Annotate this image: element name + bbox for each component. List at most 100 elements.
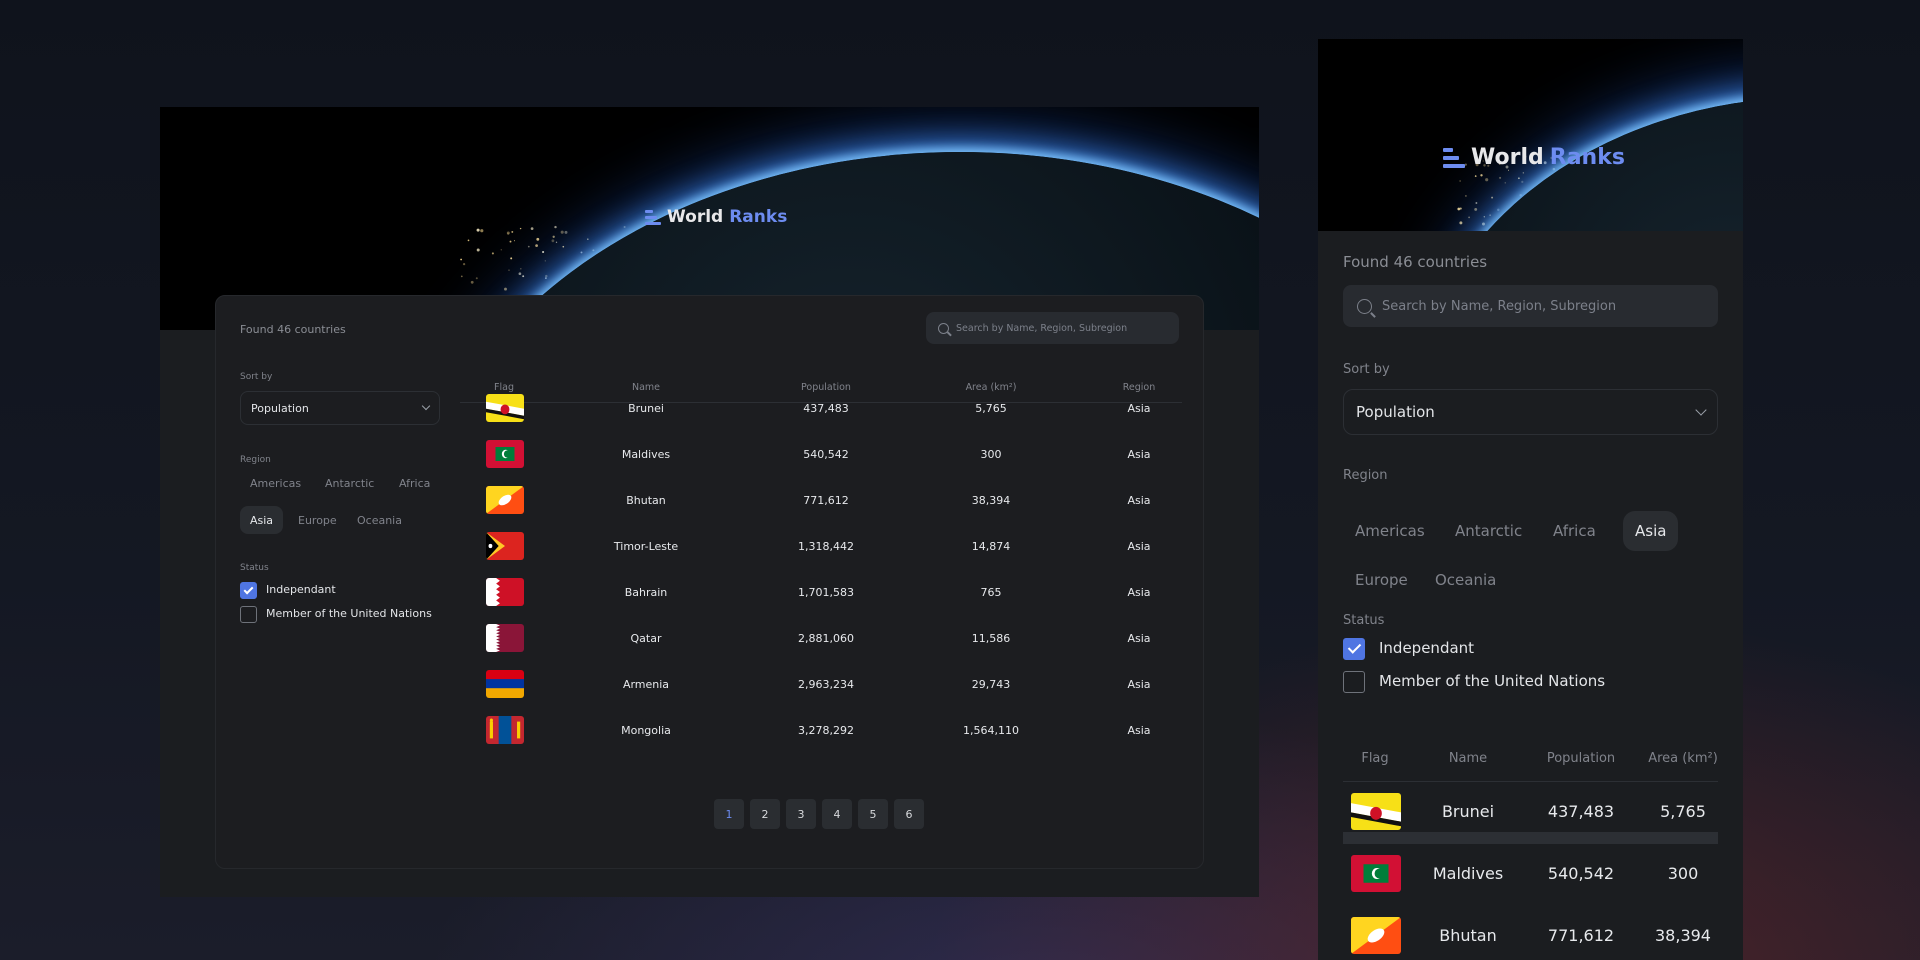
region-chip-asia[interactable]: Asia xyxy=(240,506,284,534)
maldives-flag xyxy=(486,440,524,468)
country-population: 771,612 xyxy=(1547,926,1615,945)
check-icon xyxy=(243,584,254,594)
country-area: 300 xyxy=(980,448,1002,461)
hero-banner-mobile: World Ranks xyxy=(1318,39,1743,231)
un-member-checkbox[interactable] xyxy=(240,606,257,623)
status-label: Status xyxy=(1343,613,1385,628)
sort-label: Sort by xyxy=(240,372,273,382)
region-chip-antarctic[interactable]: Antarctic xyxy=(315,469,384,497)
logo-bars-icon xyxy=(645,208,661,226)
col-area: Area (km²) xyxy=(1648,751,1718,766)
country-name: Mongolia xyxy=(621,724,671,737)
col-region: Region xyxy=(1122,382,1156,393)
row-separator xyxy=(1343,832,1718,844)
country-region: Asia xyxy=(1127,540,1151,553)
region-chip-africa[interactable]: Africa xyxy=(1541,511,1608,551)
search-icon xyxy=(938,322,949,334)
sort-select[interactable]: Population xyxy=(1343,389,1718,435)
page-button-1[interactable]: 1 xyxy=(714,799,744,829)
country-area: 765 xyxy=(980,586,1002,599)
page-button-6[interactable]: 6 xyxy=(894,799,924,829)
region-chip-oceania[interactable]: Oceania xyxy=(347,506,412,534)
check-icon xyxy=(1347,640,1361,654)
region-chip-asia[interactable]: Asia xyxy=(1623,511,1679,551)
col-population: Population xyxy=(1546,751,1616,766)
country-population: 3,278,292 xyxy=(798,724,854,737)
sort-value: Population xyxy=(251,401,309,415)
country-region: Asia xyxy=(1127,402,1151,415)
country-name: Timor-Leste xyxy=(613,540,679,553)
maldives-flag xyxy=(1351,855,1401,892)
logo-word-ranks: Ranks xyxy=(729,207,788,227)
sort-label: Sort by xyxy=(1343,362,1390,377)
country-population: 2,881,060 xyxy=(798,632,854,645)
page-button-3[interactable]: 3 xyxy=(786,799,816,829)
search-placeholder: Search by Name, Region, Subregion xyxy=(956,322,1128,334)
independent-label: Independant xyxy=(266,583,336,596)
chevron-down-icon xyxy=(1695,403,1707,416)
search-input[interactable]: Search by Name, Region, Subregion xyxy=(1343,285,1718,327)
region-label: Region xyxy=(240,455,271,465)
country-name: Brunei xyxy=(628,402,664,415)
country-area: 29,743 xyxy=(971,678,1011,691)
country-population: 771,612 xyxy=(803,494,849,507)
region-label: Region xyxy=(1343,468,1388,483)
timor-leste-flag xyxy=(486,532,524,560)
country-name: Qatar xyxy=(630,632,662,645)
country-name: Brunei xyxy=(1441,802,1495,821)
region-chip-africa[interactable]: Africa xyxy=(389,469,440,497)
found-count: Found 46 countries xyxy=(1343,253,1488,271)
sort-select[interactable]: Population xyxy=(240,391,440,425)
country-name: Bhutan xyxy=(626,494,666,507)
country-area: 1,564,110 xyxy=(963,724,1019,737)
col-flag: Flag xyxy=(494,382,514,393)
country-area: 38,394 xyxy=(971,494,1011,507)
country-area: 14,874 xyxy=(971,540,1011,553)
armenia-flag xyxy=(486,670,524,698)
page-button-5[interactable]: 5 xyxy=(858,799,888,829)
country-name: Maldives xyxy=(621,448,671,461)
region-chip-oceania[interactable]: Oceania xyxy=(1423,560,1508,600)
page-button-2[interactable]: 2 xyxy=(750,799,780,829)
un-member-checkbox[interactable] xyxy=(1343,671,1365,693)
country-population: 540,542 xyxy=(1547,864,1615,883)
country-population: 437,483 xyxy=(1547,802,1615,821)
col-name: Name xyxy=(631,382,661,393)
region-chip-antarctic[interactable]: Antarctic xyxy=(1443,511,1534,551)
country-area: 11,586 xyxy=(971,632,1011,645)
desktop-preview: World Ranks Found 46 countries Search by… xyxy=(160,107,1259,897)
region-chip-americas[interactable]: Americas xyxy=(1343,511,1437,551)
country-name: Bahrain xyxy=(624,586,668,599)
country-region: Asia xyxy=(1127,586,1151,599)
brunei-flag xyxy=(1351,793,1401,830)
region-chip-europe[interactable]: Europe xyxy=(1343,560,1420,600)
results-card: Found 46 countries Search by Name, Regio… xyxy=(215,295,1204,869)
independent-checkbox[interactable] xyxy=(1343,638,1365,660)
search-input[interactable]: Search by Name, Region, Subregion xyxy=(926,312,1179,344)
found-count: Found 46 countries xyxy=(240,323,346,336)
independent-checkbox[interactable] xyxy=(240,582,257,599)
logo-word-ranks: Ranks xyxy=(1549,145,1625,170)
country-population: 540,542 xyxy=(803,448,849,461)
country-region: Asia xyxy=(1127,494,1151,507)
region-chip-europe[interactable]: Europe xyxy=(288,506,347,534)
country-population: 2,963,234 xyxy=(798,678,854,691)
logo-word-world: World xyxy=(667,207,724,227)
un-member-label: Member of the United Nations xyxy=(1379,672,1606,690)
logo: World Ranks xyxy=(1443,145,1625,170)
mongolia-flag xyxy=(486,716,524,744)
country-region: Asia xyxy=(1127,724,1151,737)
qatar-flag xyxy=(486,624,524,652)
country-name: Bhutan xyxy=(1439,926,1497,945)
col-name: Name xyxy=(1448,751,1488,766)
logo: World Ranks xyxy=(645,207,787,227)
region-chip-americas[interactable]: Americas xyxy=(240,469,311,497)
country-population: 437,483 xyxy=(803,402,849,415)
country-name: Armenia xyxy=(622,678,670,691)
country-area: 5,765 xyxy=(1660,802,1706,821)
mobile-preview: World Ranks Found 46 countries Search by… xyxy=(1318,39,1743,960)
logo-bars-icon xyxy=(1443,146,1465,170)
chevron-down-icon xyxy=(421,401,431,411)
bhutan-flag xyxy=(486,486,524,514)
page-button-4[interactable]: 4 xyxy=(822,799,852,829)
